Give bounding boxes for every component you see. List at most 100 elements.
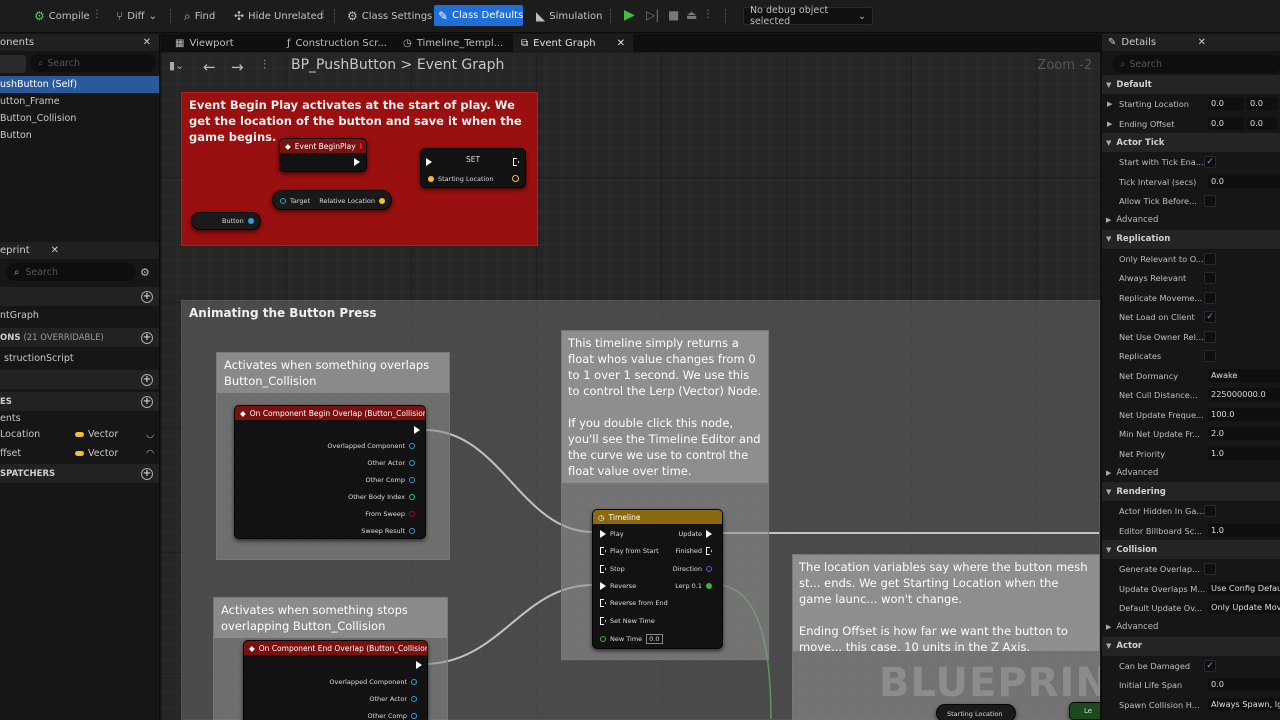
variables-section[interactable]: ES + bbox=[0, 392, 159, 411]
timeline-input-pin[interactable]: Reverse bbox=[600, 582, 636, 590]
end-overlap-node[interactable]: ◆ On Component End Overlap (Button_Collis… bbox=[243, 640, 428, 720]
tab-construction-script[interactable]: ƒ Construction Scr... bbox=[279, 34, 395, 52]
starting-location-pin[interactable]: Starting Location bbox=[428, 175, 494, 183]
blueprint-search-input[interactable]: ⌕ Search bbox=[6, 263, 136, 281]
end-overlap-output-pin[interactable]: Other Actor bbox=[369, 695, 417, 703]
hide-unrelated-button[interactable]: ✣ Hide Unrelated bbox=[230, 6, 327, 26]
details-section-header[interactable]: ▼ Actor Tick bbox=[1102, 133, 1280, 152]
debug-object-select[interactable]: No debug object selected ⌄ bbox=[743, 5, 873, 27]
component-item[interactable]: utton_Frame bbox=[0, 93, 159, 110]
exec-out-pin[interactable] bbox=[416, 661, 422, 669]
advanced-toggle[interactable]: ▶ Advanced bbox=[1102, 618, 1280, 637]
property-checkbox[interactable] bbox=[1204, 291, 1216, 304]
timeline-input-pin[interactable]: Stop bbox=[600, 565, 625, 573]
add-component-button[interactable] bbox=[0, 55, 26, 73]
property-value[interactable]: 0.0 bbox=[1208, 174, 1280, 188]
macros-section[interactable]: + bbox=[0, 370, 159, 389]
timeline-output-pin[interactable]: Update bbox=[678, 530, 712, 538]
dispatchers-section[interactable]: SPATCHERS + bbox=[0, 464, 159, 483]
add-function-icon[interactable]: + bbox=[141, 331, 153, 344]
play-icon[interactable]: ▶ bbox=[624, 7, 635, 23]
component-item[interactable]: Button_Collision bbox=[0, 110, 159, 127]
property-checkbox[interactable] bbox=[1204, 505, 1216, 517]
add-graph-icon[interactable]: + bbox=[141, 290, 153, 303]
property-value-y[interactable]: 0.0 bbox=[1247, 116, 1277, 130]
compile-button[interactable]: ⚙ Compile bbox=[30, 6, 94, 26]
component-item[interactable]: ushButton (Self) bbox=[0, 76, 159, 93]
property-value[interactable]: 1.0 bbox=[1208, 523, 1280, 537]
close-icon[interactable]: ✕ bbox=[143, 37, 151, 48]
details-section-header[interactable]: ▼ Replication bbox=[1102, 229, 1280, 249]
exec-out-pin[interactable] bbox=[354, 158, 360, 166]
timeline-output-pin[interactable]: Finished bbox=[675, 547, 712, 555]
property-value[interactable]: Awake bbox=[1208, 368, 1280, 382]
property-value-x[interactable]: 0.0 bbox=[1208, 97, 1244, 110]
target-pin[interactable]: Target bbox=[280, 197, 310, 205]
get-relative-location-node[interactable]: Target Relative Location bbox=[272, 190, 392, 210]
property-checkbox[interactable]: ✓ bbox=[1204, 156, 1216, 168]
component-item[interactable]: Button bbox=[0, 127, 159, 144]
exec-in-pin[interactable] bbox=[426, 158, 432, 166]
advanced-toggle[interactable]: ▶ Advanced bbox=[1102, 463, 1280, 482]
property-checkbox[interactable]: ✓ bbox=[1204, 311, 1216, 323]
variable-row[interactable]: ffset Vector ◠ bbox=[0, 444, 159, 463]
tab-event-graph[interactable]: ⧉ Event Graph ✕ bbox=[513, 34, 633, 52]
add-dispatcher-icon[interactable]: + bbox=[141, 467, 153, 480]
visibility-icon[interactable]: ◡ bbox=[146, 429, 154, 440]
eject-icon[interactable]: ⏏ bbox=[686, 8, 697, 22]
exec-out-pin[interactable] bbox=[414, 426, 420, 434]
end-overlap-output-pin[interactable]: Other Comp bbox=[368, 712, 417, 720]
property-checkbox[interactable]: ✓ bbox=[1204, 659, 1216, 672]
property-value[interactable]: 1.0 bbox=[1208, 446, 1280, 460]
find-button[interactable]: ⌕ Find bbox=[180, 6, 219, 26]
play-options-icon[interactable]: ⋮ bbox=[703, 9, 713, 20]
event-graph-canvas[interactable]: ▮⌄ ← → ⫶ BP_PushButton > Event Graph Zoo… bbox=[161, 52, 1100, 720]
property-value-y[interactable]: 0.0 bbox=[1247, 97, 1277, 110]
event-begin-play-node[interactable]: ◆ Event BeginPlay bbox=[279, 138, 367, 172]
class-defaults-button[interactable]: ✎ Class Defaults bbox=[434, 5, 523, 26]
timeline-output-pin[interactable]: Direction bbox=[673, 565, 712, 573]
property-value[interactable]: 100.0 bbox=[1208, 407, 1280, 421]
details-search-input[interactable]: ⌕ Search bbox=[1112, 55, 1280, 73]
details-section-header[interactable]: ▼ Collision bbox=[1102, 540, 1280, 559]
property-value[interactable]: 2.0 bbox=[1208, 427, 1280, 440]
timeline-input-pin[interactable]: Play bbox=[600, 530, 624, 538]
my-blueprint-tab[interactable]: eprint ✕ bbox=[0, 242, 159, 259]
chevron-right-icon[interactable]: ▶ bbox=[1107, 100, 1112, 108]
begin-overlap-node[interactable]: ◆ On Component Begin Overlap (Button_Coll… bbox=[234, 405, 426, 539]
components-search-input[interactable]: ⌕ Search bbox=[30, 54, 155, 72]
starting-location-getter[interactable]: Starting Location bbox=[936, 704, 1016, 720]
gear-icon[interactable]: ⚙ bbox=[140, 266, 150, 279]
relative-location-pin[interactable]: Relative Location bbox=[319, 197, 385, 205]
property-value[interactable]: Use Config Default bbox=[1208, 581, 1280, 595]
graphs-section[interactable]: + bbox=[0, 287, 159, 306]
property-value[interactable]: 225000000.0 bbox=[1208, 388, 1280, 401]
vector-out-pin[interactable] bbox=[512, 175, 519, 182]
tab-timeline[interactable]: ◷ Timeline_Templ... bbox=[395, 34, 511, 52]
property-value[interactable]: 0.0 bbox=[1208, 678, 1280, 691]
compile-options-icon[interactable]: ⋮ bbox=[92, 9, 102, 20]
step-icon[interactable]: ▷| bbox=[646, 8, 659, 22]
add-variable-icon[interactable]: + bbox=[141, 395, 153, 408]
overlap-output-pin[interactable]: From Sweep bbox=[365, 510, 415, 518]
timeline-output-pin[interactable]: Lerp 0.1 bbox=[675, 582, 712, 590]
close-icon[interactable]: ✕ bbox=[617, 38, 625, 49]
property-checkbox[interactable] bbox=[1204, 563, 1216, 575]
overlap-output-pin[interactable]: Other Body Index bbox=[348, 493, 415, 501]
class-settings-button[interactable]: ⚙ Class Settings bbox=[343, 6, 436, 26]
timeline-input-pin[interactable]: Set New Time bbox=[600, 617, 655, 625]
overlap-output-pin[interactable]: Other Comp bbox=[366, 476, 415, 484]
close-icon[interactable]: ✕ bbox=[51, 245, 59, 256]
property-checkbox[interactable] bbox=[1204, 195, 1216, 207]
overlap-output-pin[interactable]: Other Actor bbox=[367, 459, 415, 467]
construction-script-item[interactable]: structionScript bbox=[4, 350, 74, 367]
diff-button[interactable]: ⑂ Diff ⌄ bbox=[112, 6, 161, 26]
property-value[interactable]: Only Update Movable bbox=[1208, 601, 1280, 614]
timeline-input-pin[interactable]: New Time 0.0 bbox=[600, 634, 663, 644]
simulation-button[interactable]: ◣ Simulation bbox=[532, 6, 607, 26]
button-variable-node[interactable]: Button bbox=[191, 212, 261, 230]
details-section-header[interactable]: ▼ Default bbox=[1102, 75, 1280, 94]
end-overlap-output-pin[interactable]: Overlapped Component bbox=[329, 678, 417, 686]
add-macro-icon[interactable]: + bbox=[141, 373, 153, 386]
chevron-right-icon[interactable]: ▶ bbox=[1107, 120, 1112, 128]
